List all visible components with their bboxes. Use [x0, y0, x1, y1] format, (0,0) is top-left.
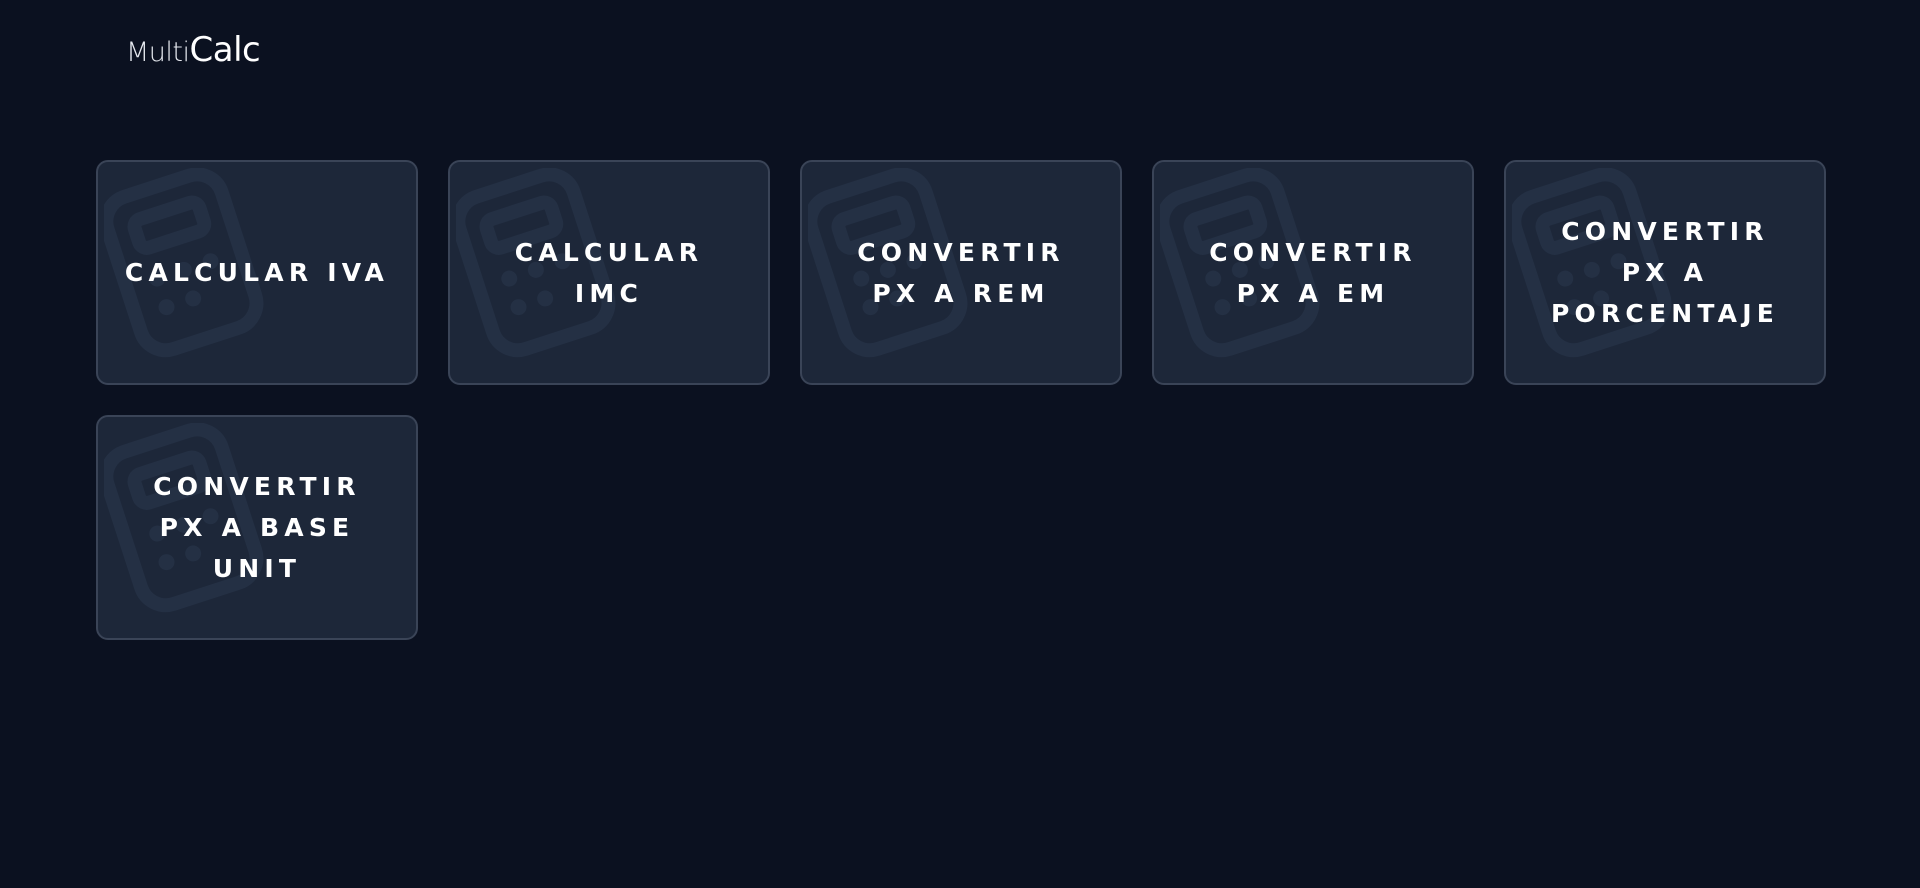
card-convertir-px-a-porcentaje[interactable]: CONVERTIR PX A PORCENTAJE [1504, 160, 1826, 385]
card-label: CONVERTIR PX A BASE UNIT [153, 472, 361, 583]
logo-text-calc: Calc [189, 30, 261, 70]
card-label: CALCULAR IMC [514, 237, 704, 308]
card-calcular-iva[interactable]: CALCULAR IVA [96, 160, 418, 385]
card-convertir-px-a-rem[interactable]: CONVERTIR PX A REM [800, 160, 1122, 385]
card-convertir-px-a-em[interactable]: CONVERTIR PX A EM [1152, 160, 1474, 385]
app-logo[interactable]: Multi Calc [126, 30, 261, 74]
card-label: CONVERTIR PX A PORCENTAJE [1550, 217, 1779, 328]
calculator-grid: CALCULAR IVA CALCULAR IMC CONVERTIR PX A… [96, 160, 1826, 640]
card-label: CALCULAR IVA [124, 258, 390, 287]
card-convertir-px-a-base-unit[interactable]: CONVERTIR PX A BASE UNIT [96, 415, 418, 640]
logo-text-multi: Multi [126, 37, 190, 68]
card-label: CONVERTIR PX A EM [1209, 237, 1417, 308]
card-label: CONVERTIR PX A REM [857, 237, 1065, 308]
card-calcular-imc[interactable]: CALCULAR IMC [448, 160, 770, 385]
